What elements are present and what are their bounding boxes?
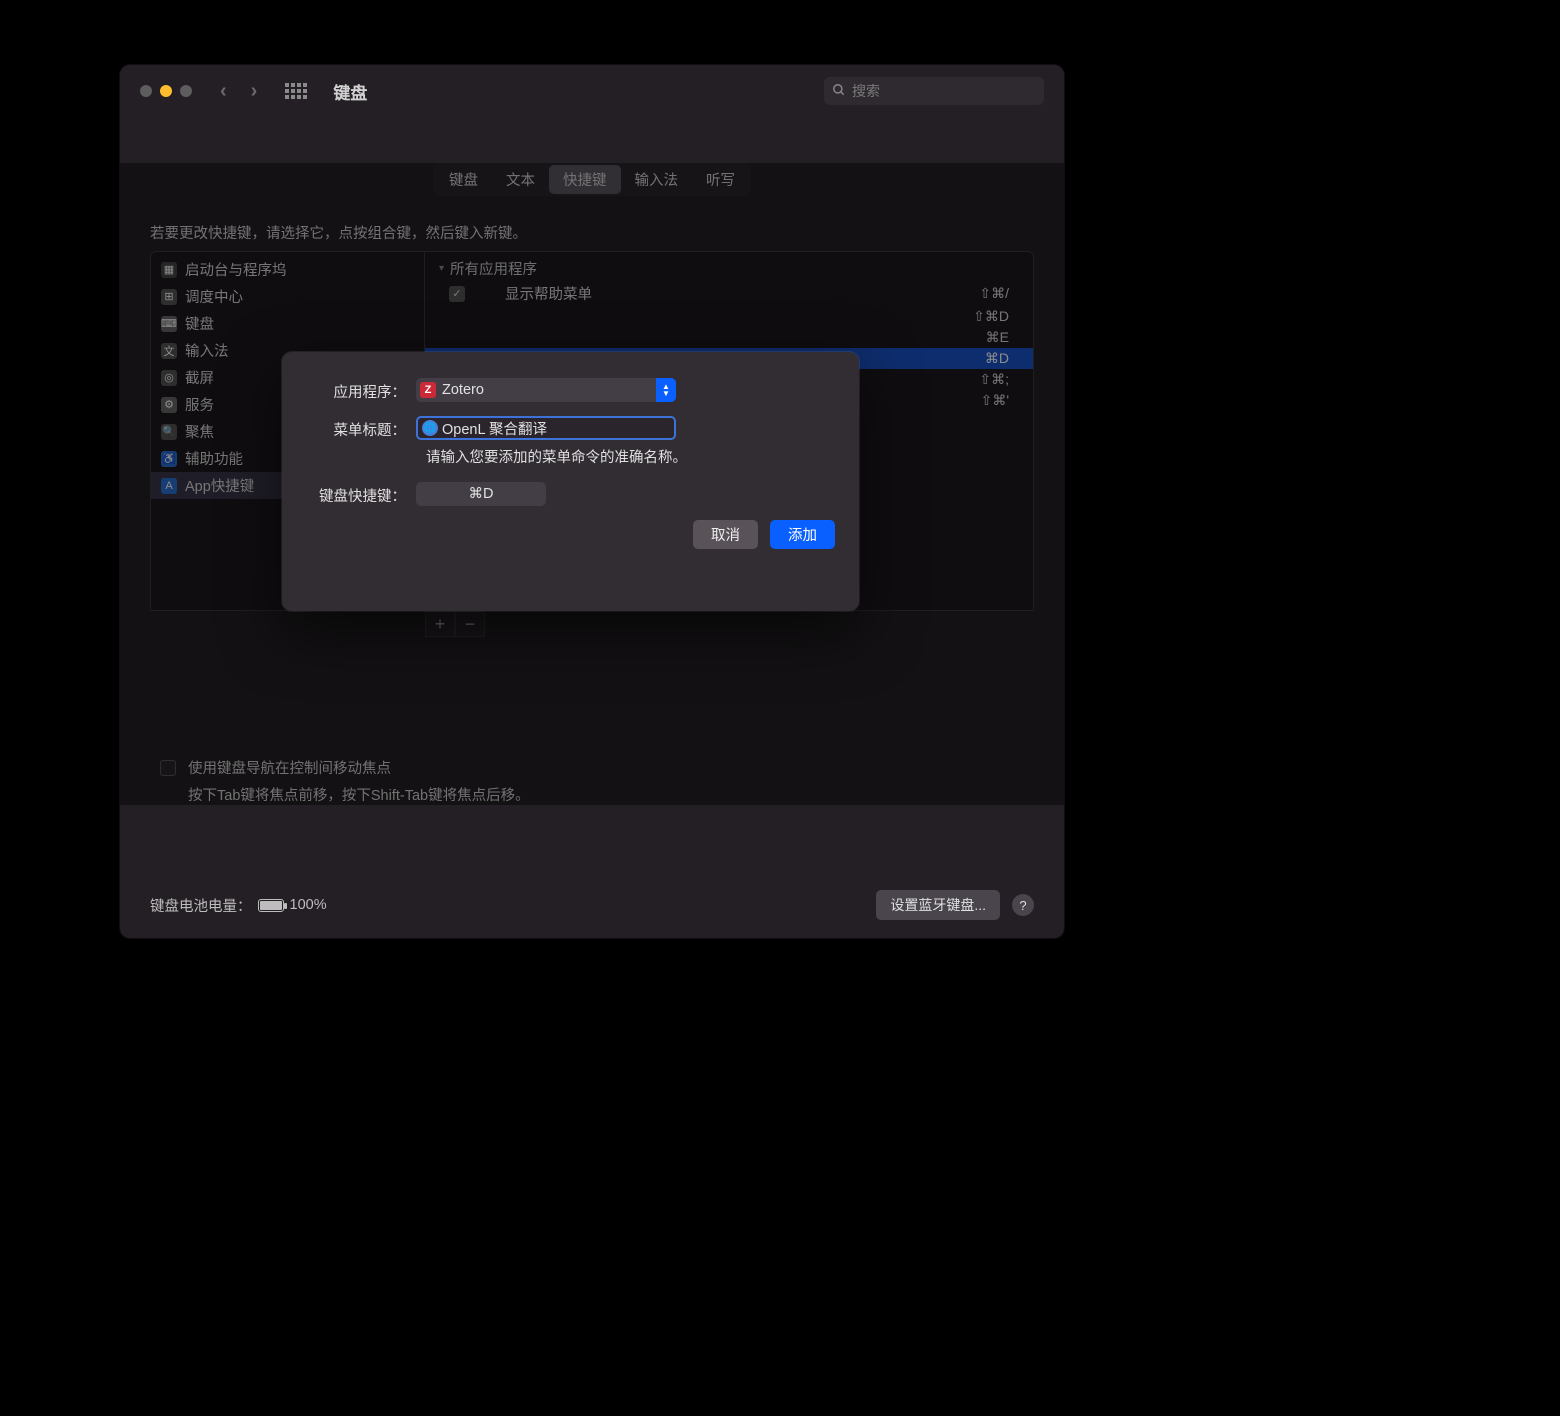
battery-label: 键盘电池电量： [150, 895, 252, 916]
zoom-window-button[interactable] [180, 85, 192, 97]
search-icon [832, 83, 846, 100]
table-row[interactable]: ✓显示帮助菜单⇧⌘/ [425, 281, 1033, 306]
shortcut-label: 键盘快捷键： [306, 482, 416, 506]
shortcut-value: ⌘D [469, 486, 494, 502]
kb-nav-hint: 按下Tab键将焦点前移，按下Shift-Tab键将焦点后移。 [188, 784, 1034, 805]
tab-dictation[interactable]: 听写 [692, 165, 749, 194]
cancel-button[interactable]: 取消 [693, 520, 758, 549]
menu-title-value: OpenL 聚合翻译 [442, 418, 547, 439]
window-title: 键盘 [333, 79, 367, 104]
traffic-lights [140, 85, 192, 97]
minimize-window-button[interactable] [160, 85, 172, 97]
sidebar-item-keyboard[interactable]: ⌨键盘 [151, 310, 424, 337]
shortcut-input[interactable]: ⌘D [416, 482, 546, 506]
app-select[interactable]: Z Zotero ▲▼ [416, 378, 676, 402]
add-remove-bar: + − [425, 611, 1034, 637]
chevron-down-icon: ▾ [439, 263, 444, 274]
tab-shortcuts[interactable]: 快捷键 [549, 165, 621, 194]
instruction-text: 若要更改快捷键，请选择它，点按组合键，然后键入新键。 [150, 222, 1034, 243]
add-button[interactable]: 添加 [770, 520, 835, 549]
battery-pct: 100% [290, 897, 327, 913]
globe-icon: 🌐 [422, 420, 438, 436]
tab-keyboard[interactable]: 键盘 [435, 165, 492, 194]
remove-button[interactable]: − [455, 611, 485, 637]
bluetooth-keyboard-button[interactable]: 设置蓝牙键盘... [876, 890, 1000, 920]
battery-icon [258, 899, 284, 912]
search-input[interactable]: 搜索 [824, 77, 1044, 105]
zotero-icon: Z [420, 382, 436, 398]
search-placeholder: 搜索 [852, 81, 880, 101]
close-window-button[interactable] [140, 85, 152, 97]
show-all-icon[interactable] [285, 83, 307, 99]
nav-arrows: ‹ › [220, 80, 257, 103]
tab-text[interactable]: 文本 [492, 165, 549, 194]
menu-title-label: 菜单标题： [306, 416, 416, 440]
menu-title-input[interactable]: 🌐 OpenL 聚合翻译 [416, 416, 676, 440]
keyboard-nav-block: 使用键盘导航在控制间移动焦点 按下Tab键将焦点前移，按下Shift-Tab键将… [150, 757, 1034, 805]
help-button[interactable]: ? [1012, 894, 1034, 916]
titlebar: ‹ › 键盘 搜索 [120, 65, 1064, 117]
app-value: Zotero [442, 382, 484, 398]
checkbox-icon[interactable]: ✓ [449, 286, 465, 302]
menu-hint: 请输入您要添加的菜单命令的准确名称。 [426, 448, 706, 468]
bottom-bar: 键盘电池电量： 100% 设置蓝牙键盘... ? [150, 890, 1034, 920]
tab-input[interactable]: 输入法 [621, 165, 693, 194]
back-button[interactable]: ‹ [220, 80, 227, 103]
table-row[interactable]: ⇧⌘D [425, 306, 1033, 327]
app-label: 应用程序： [306, 378, 416, 402]
add-button[interactable]: + [425, 611, 455, 637]
kb-nav-label: 使用键盘导航在控制间移动焦点 [188, 757, 391, 778]
add-shortcut-dialog: 应用程序： Z Zotero ▲▼ 菜单标题： 🌐 OpenL 聚合翻译 请输入… [282, 352, 859, 611]
updown-icon: ▲▼ [656, 378, 676, 402]
sidebar-item-launchpad[interactable]: ▦启动台与程序坞 [151, 256, 424, 283]
kb-nav-checkbox-row[interactable]: 使用键盘导航在控制间移动焦点 [160, 757, 1034, 778]
checkbox[interactable] [160, 760, 176, 776]
table-row[interactable]: ⌘E [425, 327, 1033, 348]
tab-bar: 键盘 文本 快捷键 输入法 听写 [433, 163, 751, 196]
table-header[interactable]: ▾所有应用程序 [425, 256, 1033, 281]
forward-button[interactable]: › [251, 80, 258, 103]
sidebar-item-mission[interactable]: ⊞调度中心 [151, 283, 424, 310]
